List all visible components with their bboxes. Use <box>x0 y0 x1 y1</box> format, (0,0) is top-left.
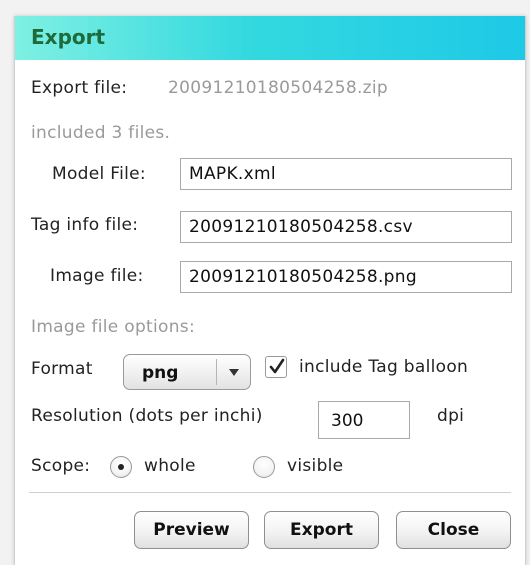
export-button[interactable]: Export <box>264 511 379 549</box>
select-separator <box>216 359 217 385</box>
dialog-titlebar[interactable]: Export <box>15 16 525 60</box>
tag-info-file-label: Tag info file: <box>31 215 139 235</box>
model-file-label: Model File: <box>52 164 146 184</box>
image-file-label: Image file: <box>50 266 144 286</box>
chevron-down-icon <box>229 369 239 376</box>
preview-button[interactable]: Preview <box>134 511 249 549</box>
scope-visible-label: visible <box>287 456 344 476</box>
image-file-field[interactable]: 20091210180504258.png <box>180 261 512 293</box>
divider <box>29 492 511 493</box>
model-file-field[interactable]: MAPK.xml <box>180 158 512 190</box>
dialog-title: Export <box>31 25 106 49</box>
checkmark-icon <box>269 358 285 374</box>
export-dialog: Export Export file: 20091210180504258.zi… <box>14 16 526 565</box>
included-files-text: included 3 files. <box>31 123 171 143</box>
resolution-value: 300 <box>331 411 364 431</box>
resolution-unit: dpi <box>437 406 465 426</box>
format-selected-value: png <box>142 363 179 383</box>
image-file-value: 20091210180504258.png <box>189 267 417 287</box>
scope-label: Scope: <box>31 456 91 476</box>
model-file-value: MAPK.xml <box>189 164 276 184</box>
format-label: Format <box>31 359 93 379</box>
resolution-label: Resolution (dots per inchi) <box>31 406 263 426</box>
tag-info-file-field[interactable]: 20091210180504258.csv <box>180 211 512 243</box>
scope-visible-radio[interactable] <box>253 456 275 478</box>
image-options-heading: Image file options: <box>31 317 195 337</box>
close-button[interactable]: Close <box>396 511 511 549</box>
radio-selected-dot <box>118 464 124 470</box>
format-select[interactable]: png <box>123 354 251 390</box>
include-tag-balloon-label: include Tag balloon <box>299 357 469 377</box>
export-file-label: Export file: <box>31 78 128 98</box>
include-tag-balloon-checkbox[interactable] <box>265 356 287 378</box>
scope-whole-radio[interactable] <box>110 456 132 478</box>
scope-whole-label: whole <box>144 456 196 476</box>
resolution-input[interactable]: 300 <box>318 401 410 439</box>
tag-info-file-value: 20091210180504258.csv <box>189 217 413 237</box>
export-file-name: 20091210180504258.zip <box>168 78 389 98</box>
